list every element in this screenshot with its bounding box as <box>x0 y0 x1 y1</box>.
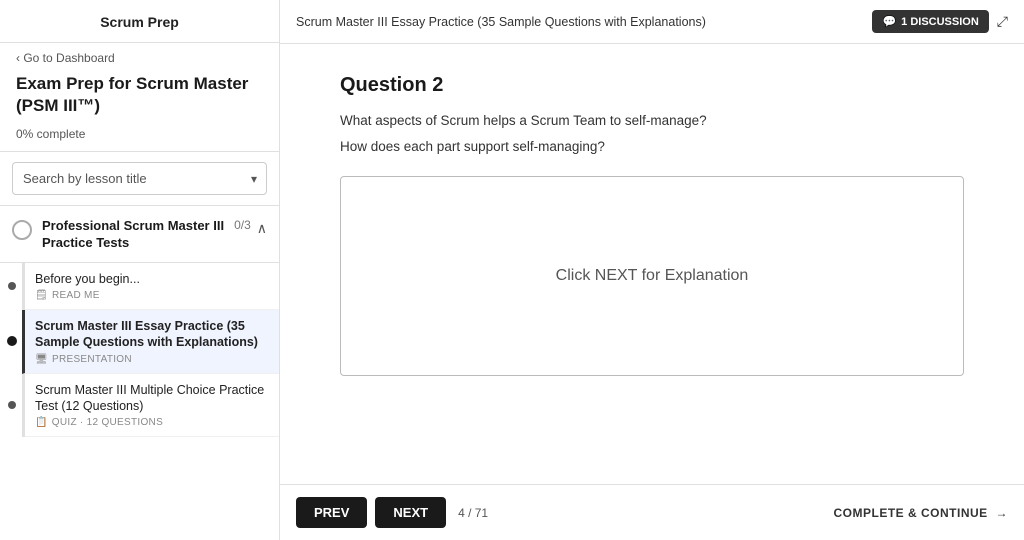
section-title: Professional Scrum Master III Practice T… <box>42 218 228 252</box>
complete-label: COMPLETE & CONTINUE <box>833 506 987 520</box>
main-footer: PREV NEXT 4 / 71 COMPLETE & CONTINUE → <box>280 484 1024 540</box>
lesson-item-active[interactable]: Scrum Master III Essay Practice (35 Samp… <box>22 310 279 374</box>
dashboard-link-text[interactable]: Go to Dashboard <box>16 51 115 65</box>
course-title: Exam Prep for Scrum Master (PSM III™) <box>0 67 279 121</box>
lesson-list: Before you begin... 🗒 READ ME Scrum Mast… <box>22 263 279 437</box>
lesson-dot-icon <box>8 282 16 290</box>
prev-button[interactable]: PREV <box>296 497 367 528</box>
search-select[interactable]: Search by lesson title <box>12 162 267 195</box>
dashboard-link[interactable]: Go to Dashboard <box>0 43 279 67</box>
lesson-dot-quiz-icon <box>8 401 16 409</box>
complete-continue-button[interactable]: COMPLETE & CONTINUE → <box>833 506 1008 520</box>
answer-box: Click NEXT for Explanation <box>340 176 964 376</box>
quiz-icon: 📋 <box>35 417 48 428</box>
lesson-dot-active-icon <box>7 336 17 346</box>
lesson-type-quiz: QUIZ · 12 QUESTIONS <box>52 417 163 428</box>
progress-indicator: 0% complete <box>0 121 279 152</box>
page-indicator: 4 / 71 <box>458 506 488 520</box>
document-icon: 🗒 <box>35 290 48 301</box>
lesson-meta: 🗒 READ ME <box>35 290 267 301</box>
expand-icon: ⤢ <box>997 13 1008 29</box>
sidebar-section: Professional Scrum Master III Practice T… <box>0 206 279 437</box>
section-circle-icon <box>12 220 32 240</box>
main-header: Scrum Master III Essay Practice (35 Samp… <box>280 0 1024 44</box>
lesson-meta-quiz: 📋 QUIZ · 12 QUESTIONS <box>35 417 267 428</box>
chevron-up-icon: ∧ <box>257 220 267 237</box>
answer-box-text: Click NEXT for Explanation <box>556 267 749 285</box>
sidebar: Scrum Prep Go to Dashboard Exam Prep for… <box>0 0 280 540</box>
section-header[interactable]: Professional Scrum Master III Practice T… <box>0 206 279 263</box>
next-button[interactable]: NEXT <box>375 497 446 528</box>
chat-icon: 💬 <box>882 15 896 28</box>
header-actions: 💬 1 DISCUSSION ⤢ <box>872 10 1008 33</box>
main-body: SCRUMPREP Question 2 What aspects of Scr… <box>280 44 1024 484</box>
lesson-item-quiz[interactable]: Scrum Master III Multiple Choice Practic… <box>25 374 279 438</box>
main-header-title: Scrum Master III Essay Practice (35 Samp… <box>296 15 706 29</box>
question-line-2: How does each part support self-managing… <box>340 137 964 157</box>
main-content: Scrum Master III Essay Practice (35 Samp… <box>280 0 1024 540</box>
discussion-button[interactable]: 💬 1 DISCUSSION <box>872 10 988 33</box>
lesson-meta-active: 🖥 PRESENTATION <box>35 354 267 365</box>
lesson-title: Before you begin... <box>35 271 267 287</box>
question-content: Question 2 What aspects of Scrum helps a… <box>340 74 964 376</box>
lesson-type: READ ME <box>52 290 100 301</box>
question-line-1: What aspects of Scrum helps a Scrum Team… <box>340 111 964 131</box>
lesson-item[interactable]: Before you begin... 🗒 READ ME <box>25 263 279 310</box>
arrow-right-icon: → <box>996 506 1009 520</box>
question-number: Question 2 <box>340 74 964 97</box>
discussion-count: 1 DISCUSSION <box>901 16 979 28</box>
lesson-title-active: Scrum Master III Essay Practice (35 Samp… <box>35 318 267 351</box>
sidebar-brand-title: Scrum Prep <box>100 14 179 30</box>
lesson-type-active: PRESENTATION <box>52 354 132 365</box>
expand-button[interactable]: ⤢ <box>997 13 1008 30</box>
lesson-title-quiz: Scrum Master III Multiple Choice Practic… <box>35 382 267 415</box>
section-count: 0/3 <box>234 218 251 232</box>
lesson-search[interactable]: Search by lesson title ▾ <box>0 152 279 206</box>
sidebar-header: Scrum Prep <box>0 0 279 43</box>
presentation-icon: 🖥 <box>35 354 48 365</box>
